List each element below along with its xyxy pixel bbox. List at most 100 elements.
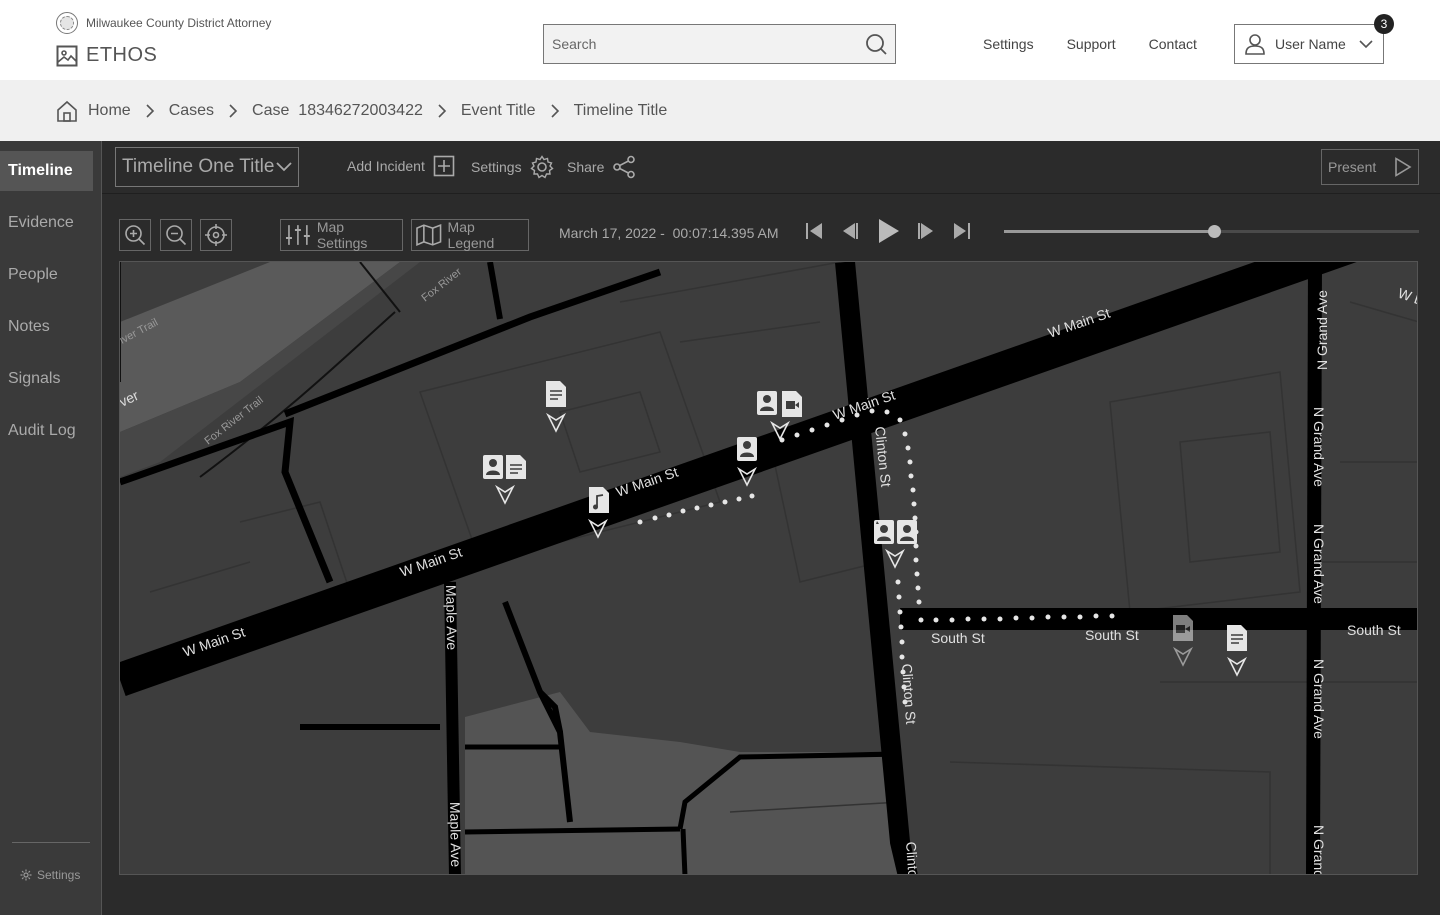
timeline-select[interactable]: Timeline One Title (115, 147, 299, 187)
scrubber-handle[interactable] (1207, 225, 1221, 238)
search-input[interactable] (552, 36, 865, 52)
add-incident-label: Add Incident (347, 158, 425, 174)
recenter-button[interactable] (200, 219, 232, 251)
map-controls: Map Settings Map Legend March 17, 2022 -… (102, 194, 1440, 262)
search-box (543, 24, 896, 64)
play-icon[interactable] (876, 218, 900, 244)
breadcrumb: Home Cases Case 18346272003422 Event Tit… (0, 80, 1440, 141)
street-label: South St (1347, 622, 1401, 638)
breadcrumb-home-label: Home (88, 101, 131, 119)
skip-to-end-icon[interactable] (952, 221, 972, 241)
support-link[interactable]: Support (1067, 36, 1116, 52)
step-forward-icon[interactable] (916, 221, 936, 241)
share-button[interactable]: Share (567, 155, 636, 179)
map-legend-label: Map Legend (447, 219, 495, 251)
nav-item-notes[interactable]: Notes (0, 307, 93, 347)
user-name: User Name (1275, 36, 1346, 52)
playback-controls (804, 218, 972, 244)
add-incident-button[interactable]: Add Incident (347, 155, 455, 177)
timeline-scrubber[interactable] (1004, 225, 1419, 238)
street-label: Maple Ave (443, 585, 460, 651)
top-links: Settings Support Contact (983, 36, 1197, 52)
contact-link[interactable]: Contact (1149, 36, 1197, 52)
home-icon (57, 100, 77, 122)
map-settings-label: Map Settings (316, 219, 368, 251)
share-icon (613, 155, 636, 179)
plus-square-icon (433, 155, 455, 177)
nav-item-evidence[interactable]: Evidence (0, 203, 93, 243)
crosshair-icon (205, 224, 227, 246)
video-marker[interactable] (1173, 615, 1193, 667)
sliders-icon (285, 225, 310, 245)
street-label: N Grand Ave (1311, 407, 1327, 487)
product-logo[interactable]: ETHOS (56, 44, 157, 67)
street-label: Clinto (903, 841, 921, 875)
breadcrumb-cases[interactable]: Cases (169, 102, 214, 120)
breadcrumb-timeline: Timeline Title (573, 101, 668, 119)
user-icon (1245, 34, 1265, 55)
present-label: Present (1328, 159, 1377, 175)
nav-settings-label: Settings (37, 868, 81, 882)
timeline-settings-label: Settings (471, 159, 522, 175)
user-menu-button[interactable]: User Name (1234, 24, 1384, 64)
present-button[interactable]: Present (1321, 149, 1419, 185)
zoom-out-icon (166, 225, 187, 246)
street-label: N Grand (1311, 825, 1327, 875)
nav-settings-button[interactable]: Settings (20, 868, 80, 882)
settings-link[interactable]: Settings (983, 36, 1034, 52)
side-nav: Timeline Evidence People Notes Signals A… (0, 141, 102, 915)
org-branding: Milwaukee County District Attorney (56, 12, 271, 34)
timeline-select-value: Timeline One Title (122, 156, 275, 177)
nav-item-people[interactable]: People (0, 255, 93, 295)
gear-icon (20, 869, 32, 881)
chevron-right-icon (550, 103, 560, 118)
trail-label: Fox River (419, 266, 464, 305)
product-name: ETHOS (86, 44, 158, 66)
play-outline-icon (1395, 157, 1412, 177)
chevron-right-icon (437, 103, 447, 118)
nav-item-signals[interactable]: Signals (0, 359, 93, 399)
step-back-icon[interactable] (840, 221, 860, 241)
map-canvas: W Main St W Main St W Main St W Main St … (120, 262, 1418, 875)
breadcrumb-home[interactable]: Home (56, 100, 131, 122)
app-header: Milwaukee County District Attorney ETHOS… (0, 0, 1440, 80)
incident-map[interactable]: W Main St W Main St W Main St W Main St … (119, 261, 1418, 875)
image-icon (56, 45, 78, 66)
chevron-down-icon (276, 162, 292, 172)
street-label: W E (1396, 285, 1418, 309)
timeline-settings-button[interactable]: Settings (471, 155, 554, 179)
chevron-right-icon (145, 103, 155, 118)
timeline-toolbar: Timeline One Title Add Incident Settings… (102, 141, 1440, 194)
zoom-in-button[interactable] (119, 219, 151, 251)
chevron-down-icon (1359, 40, 1373, 49)
zoom-out-button[interactable] (160, 219, 192, 251)
street-label: South St (931, 630, 985, 646)
street-label: South St (1085, 627, 1139, 643)
map-settings-button[interactable]: Map Settings (280, 219, 403, 251)
document-marker[interactable] (546, 381, 566, 433)
scrubber-progress (1004, 230, 1214, 233)
county-seal-icon (56, 12, 78, 34)
map-icon (416, 224, 442, 246)
notification-badge[interactable]: 3 (1374, 14, 1394, 34)
breadcrumb-case[interactable]: Case 18346272003422 (252, 102, 423, 120)
playback-datetime: March 17, 2022 - 00:07:14.395 AM (559, 225, 779, 241)
person-document-marker[interactable] (483, 455, 526, 505)
document-marker[interactable] (1227, 625, 1247, 677)
nav-item-audit-log[interactable]: Audit Log (0, 411, 93, 451)
street-label: N Grand Ave (1311, 659, 1327, 739)
chevron-right-icon (228, 103, 238, 118)
org-name: Milwaukee County District Attorney (86, 16, 272, 30)
search-icon[interactable] (865, 33, 887, 55)
breadcrumb-event[interactable]: Event Title (461, 102, 536, 120)
map-legend-button[interactable]: Map Legend (411, 219, 529, 251)
nav-item-timeline[interactable]: Timeline (0, 151, 93, 191)
street-label: N Grand Ave (1314, 290, 1330, 370)
gear-icon (529, 155, 554, 179)
nav-divider (12, 842, 90, 843)
street-label: Clinton St (899, 663, 919, 725)
share-label: Share (567, 159, 605, 175)
street-label: Maple Ave (447, 802, 464, 868)
street-label: N Grand Ave (1311, 524, 1327, 604)
skip-to-start-icon[interactable] (804, 221, 824, 241)
